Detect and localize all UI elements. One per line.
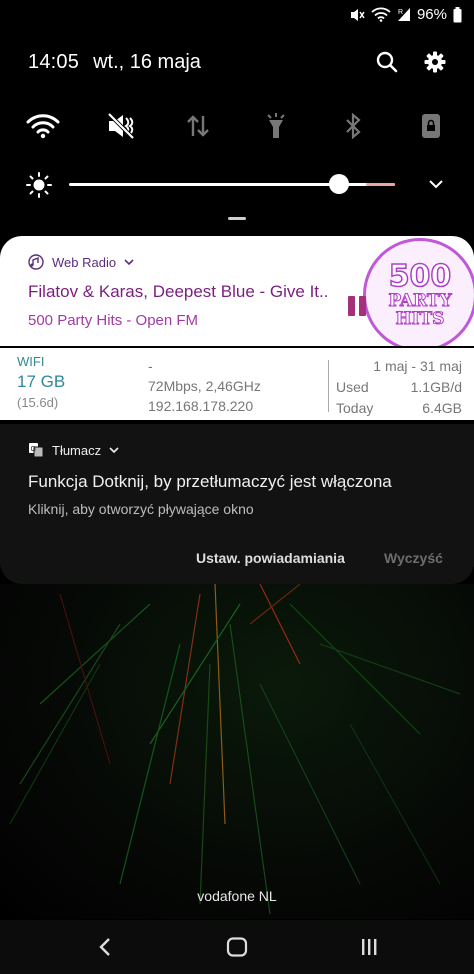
wifi-usage-days: (15.6d) <box>17 395 59 410</box>
media-station-name: 500 Party Hits - Open FM <box>28 312 199 329</box>
pause-button[interactable] <box>348 296 366 316</box>
bluetooth-icon <box>346 112 362 140</box>
translator-app-name: Tłumacz <box>52 442 102 458</box>
search-icon[interactable] <box>376 51 398 73</box>
svg-text:R: R <box>398 9 403 16</box>
wifi-ssid: - <box>148 358 153 374</box>
album-art-text: PARTY <box>388 291 452 311</box>
brightness-thumb[interactable] <box>329 174 349 194</box>
quick-settings-toggles <box>24 106 450 146</box>
mute-icon <box>107 112 135 140</box>
chevron-down-icon[interactable] <box>124 258 134 266</box>
wifi-usage-widget[interactable]: WIFI 17 GB (15.6d) - 72Mbps, 2,46GHz 192… <box>0 348 474 420</box>
divider <box>328 360 329 412</box>
used-value: 1.1GB/d <box>410 379 462 395</box>
mute-status-icon <box>350 8 365 21</box>
signal-roaming-icon: R <box>397 8 410 21</box>
notification-settings-button[interactable]: Ustaw. powiadamiania <box>196 550 345 566</box>
wallpaper <box>0 584 474 919</box>
panel-header: 14:05 wt., 16 maja <box>28 44 446 80</box>
battery-icon <box>453 6 462 22</box>
media-track-title: Filatov & Karas, Deepest Blue - Give It.… <box>28 282 329 301</box>
mobile-data-toggle[interactable] <box>179 107 217 145</box>
media-notification[interactable]: Web Radio Filatov & Karas, Deepest Blue … <box>0 236 474 346</box>
home-icon[interactable] <box>226 937 248 957</box>
billing-period: 1 maj - 31 maj <box>373 358 462 374</box>
wifi-icon <box>26 114 60 139</box>
translator-app-header: G Tłumacz <box>28 442 119 458</box>
bluetooth-toggle[interactable] <box>334 107 372 145</box>
data-transfer-icon <box>187 115 210 137</box>
back-icon[interactable] <box>96 937 114 957</box>
clear-button[interactable]: Wyczyść <box>384 550 443 566</box>
wifi-label: WIFI <box>17 354 45 369</box>
translator-title: Funkcja Dotknij, by przetłumaczyć jest w… <box>28 472 392 491</box>
wifi-speed: 72Mbps, 2,46GHz <box>148 378 261 394</box>
recents-icon[interactable] <box>360 937 378 957</box>
album-art-text: 500 <box>388 259 452 294</box>
sound-mode-toggle[interactable] <box>102 107 140 145</box>
brightness-slider[interactable] <box>26 168 446 202</box>
today-value: 6.4GB <box>422 400 462 416</box>
brightness-track-rest <box>366 183 395 186</box>
wifi-status-icon <box>371 7 391 22</box>
today-label: Today <box>336 400 374 416</box>
web-radio-icon <box>28 254 44 270</box>
translate-icon: G <box>29 443 44 458</box>
chevron-down-icon[interactable] <box>428 178 444 190</box>
wifi-toggle[interactable] <box>24 107 62 145</box>
media-app-name: Web Radio <box>52 254 117 270</box>
album-art-text: HITS <box>395 309 445 329</box>
clock: 14:05 <box>28 50 80 73</box>
date[interactable]: wt., 16 maja <box>93 51 201 74</box>
wifi-ip-address: 192.168.178.220 <box>148 398 254 414</box>
navigation-bar <box>0 920 474 974</box>
flashlight-toggle[interactable] <box>257 107 295 145</box>
album-art: 500 PARTY HITS <box>363 238 474 346</box>
translator-notification[interactable]: G Tłumacz Funkcja Dotknij, by przetłumac… <box>0 424 474 584</box>
used-label: Used <box>336 379 369 395</box>
rotation-lock-toggle[interactable] <box>412 107 450 145</box>
battery-percent: 96% <box>416 6 447 23</box>
status-bar: R 96% <box>0 0 474 30</box>
wifi-usage-total: 17 GB <box>17 372 66 391</box>
panel-drag-handle[interactable] <box>228 217 246 220</box>
media-app-header: Web Radio <box>28 254 134 270</box>
translator-subtitle: Kliknij, aby otworzyć pływające okno <box>28 501 254 517</box>
pause-icon <box>348 296 355 316</box>
carrier-name: vodafone NL <box>197 888 277 904</box>
flashlight-icon <box>267 113 285 138</box>
wallpaper-streaks <box>9 584 461 915</box>
gear-icon[interactable] <box>424 51 446 73</box>
pause-icon <box>359 296 366 316</box>
chevron-down-icon[interactable] <box>109 446 119 454</box>
brightness-icon <box>26 172 52 198</box>
svg-text:G: G <box>31 446 36 453</box>
lock-rotation-icon <box>421 114 440 138</box>
